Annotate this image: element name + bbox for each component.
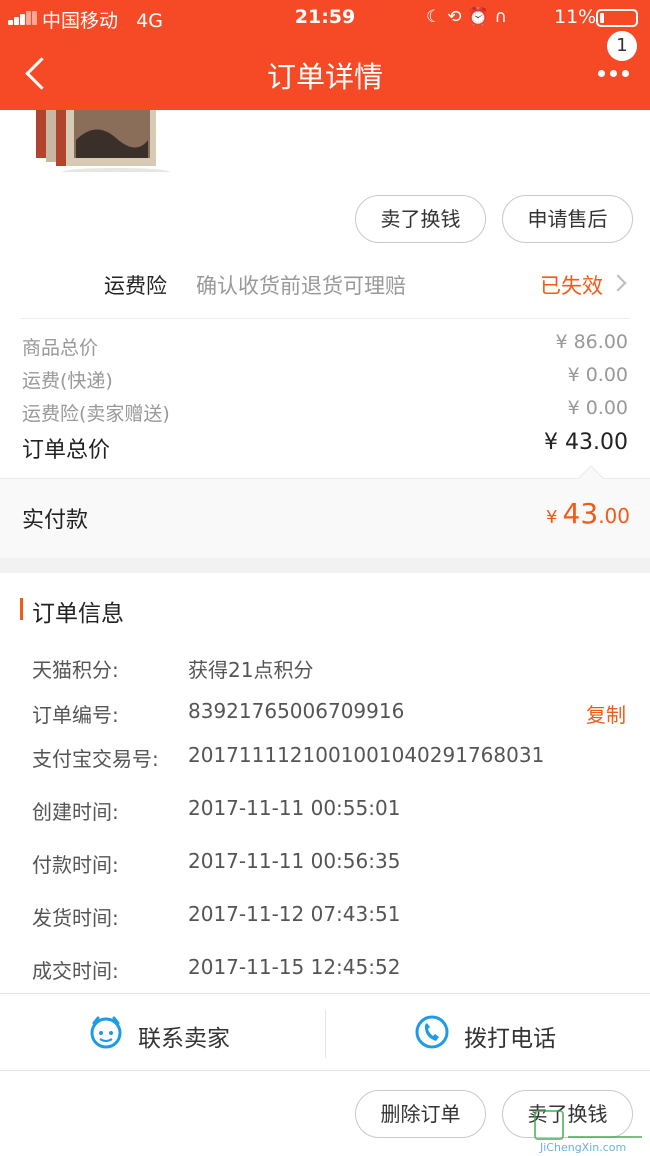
order-total-label: 订单总价 [22,438,111,463]
rotation-lock-icon: ⟲ [447,7,468,27]
contact-seller-label: 联系卖家 [138,1026,230,1052]
order-number-value: 83921765006709916 [188,699,405,723]
shipping-insurance-status: 已失效 [540,274,603,298]
info-label: 发货时间: [32,906,119,930]
status-icons: ☾⟲⏰∩ [426,7,513,27]
shipping-insurance-description: 确认收货前退货可理赔 [196,274,406,298]
info-value: 2017-11-15 12:45:52 [188,955,401,979]
clock: 21:59 [294,6,356,28]
status-bar: 中国移动 4G 21:59 ☾⟲⏰∩ 11% [0,0,650,36]
shipping-insurance-label: 运费险 [104,274,167,298]
price-label-insurance: 运费险(卖家赠送) [22,403,170,425]
battery-percent: 11% [554,6,597,28]
section-marker [20,598,23,620]
divider [20,318,630,319]
battery-icon [596,9,638,27]
info-value: 获得21点积分 [188,658,314,682]
info-label: 成交时间: [32,959,119,983]
info-label: 天猫积分: [32,658,119,682]
info-value: 2017-11-12 07:43:51 [188,902,401,926]
call-phone-label: 拨打电话 [464,1026,556,1052]
product-thumbnail[interactable] [36,110,170,172]
after-sale-button[interactable]: 申请售后 [502,195,633,243]
price-value-insurance: ¥ 0.00 [567,397,628,419]
info-value: 2017-11-11 00:56:35 [188,849,401,873]
headphones-icon: ∩ [494,7,514,27]
order-info-title: 订单信息 [32,601,124,627]
page-title: 订单详情 [266,60,383,94]
info-value: 2017-11-11 00:55:01 [188,796,401,820]
watermark-logo: JiChengXin.com [534,1108,644,1154]
info-label: 支付宝交易号: [32,747,159,771]
moon-icon: ☾ [426,7,448,27]
call-phone-button[interactable]: 拨打电话 [326,994,650,1070]
order-total-value: ¥ 43.00 [544,430,628,455]
info-label: 订单编号: [32,703,119,727]
alarm-icon: ⏰ [467,7,495,27]
copy-button[interactable]: 复制 [586,699,626,728]
phone-icon [415,1015,449,1049]
price-value-shipping: ¥ 0.00 [567,364,628,386]
watermark-text: JiChengXin.com [540,1141,627,1154]
price-label-shipping: 运费(快递) [22,370,113,392]
notification-badge: 1 [607,31,637,61]
paid-label: 实付款 [22,508,89,533]
contact-seller-button[interactable]: 联系卖家 [0,994,325,1070]
price-label-goods: 商品总价 [22,337,99,359]
info-label: 创建时间: [32,800,119,824]
delete-order-button[interactable]: 删除订单 [355,1090,486,1138]
price-value-goods: ¥ 86.00 [555,331,628,353]
info-value: 2017111121001001040291768031 [188,743,545,767]
more-menu-button[interactable] [590,56,636,92]
nav-bar: 订单详情 1 [0,31,650,110]
sell-for-cash-button[interactable]: 卖了换钱 [355,195,486,243]
chat-face-icon [90,1016,122,1049]
info-label: 付款时间: [32,853,119,877]
paid-value: ¥ 43.00 [546,497,630,530]
